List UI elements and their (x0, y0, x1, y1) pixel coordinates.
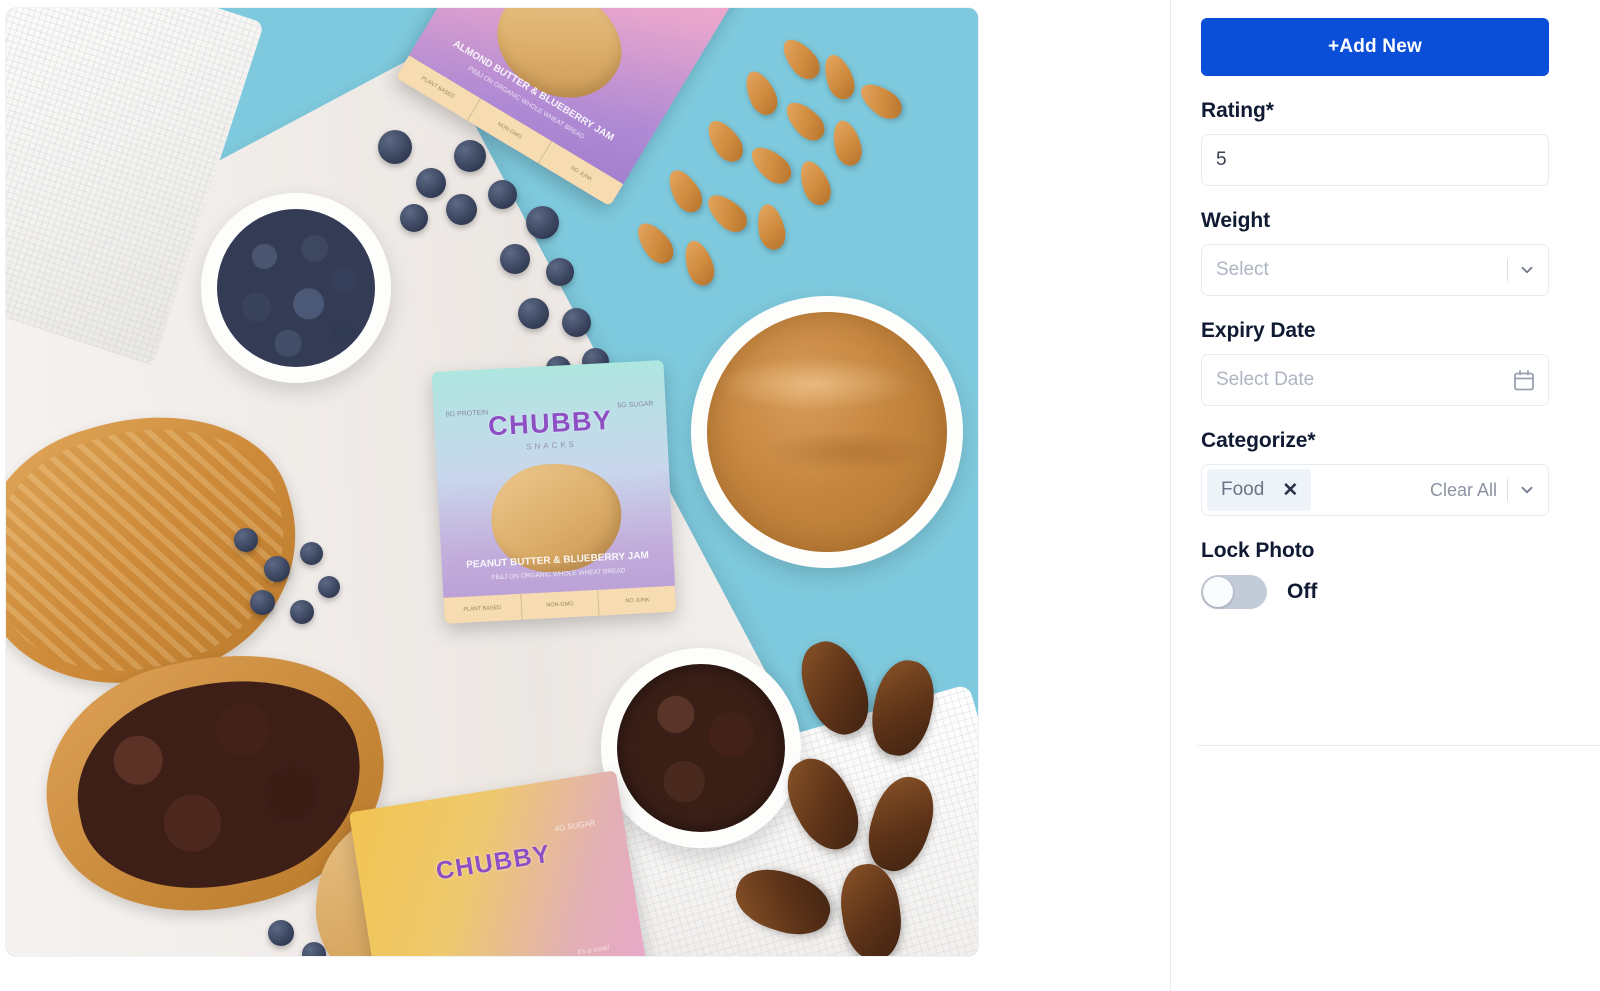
almond (828, 117, 866, 169)
blueberry (562, 308, 591, 337)
blueberry (234, 528, 258, 552)
chevron-down-icon[interactable] (1518, 481, 1536, 499)
rating-input[interactable]: 5 (1201, 134, 1549, 186)
categorize-adornments: Clear All (1430, 465, 1536, 515)
package-bottom-nutrient-right: 4G SUGAR (553, 818, 597, 834)
lock-photo-label: Lock Photo (1201, 539, 1315, 562)
almond (753, 201, 789, 253)
almond (745, 140, 797, 190)
app-root: 8G PROTEIN ALMOND BUTTER & BLUEBERRY JAM… (0, 0, 1600, 991)
jam-fill (617, 664, 785, 832)
bowl-blueberries (201, 193, 391, 383)
toggle-knob (1203, 577, 1233, 607)
expiry-date-label: Expiry Date (1201, 319, 1316, 342)
almond (630, 216, 680, 270)
blueberry (500, 244, 530, 274)
food-photo: 8G PROTEIN ALMOND BUTTER & BLUEBERRY JAM… (6, 8, 978, 956)
add-new-button[interactable]: +Add New (1201, 18, 1549, 76)
almond (779, 95, 831, 147)
details-panel: +Add New Rating* 5 Weight Select Expiry … (1170, 0, 1600, 991)
lock-photo-row: Off (1201, 575, 1572, 609)
package-main-strip-item: PLANT BASED (443, 593, 523, 624)
peanut-butter-fill (707, 312, 947, 552)
almond (662, 164, 708, 218)
field-categorize: Categorize* Food ✕ Clear All (1201, 429, 1572, 516)
almond (776, 33, 826, 85)
category-chip-food[interactable]: Food ✕ (1207, 469, 1312, 511)
expiry-date-adornments (1512, 355, 1536, 405)
lock-photo-toggle[interactable] (1201, 575, 1267, 609)
weight-select-adornments (1507, 245, 1536, 295)
blueberry (526, 206, 559, 239)
field-lock-photo: Lock Photo Off (1201, 539, 1572, 609)
close-icon[interactable]: ✕ (1282, 481, 1298, 500)
divider (1507, 479, 1508, 501)
categorize-label: Categorize* (1201, 429, 1316, 452)
blueberry (290, 600, 314, 624)
clear-all-button[interactable]: Clear All (1430, 480, 1497, 501)
blueberry (416, 168, 446, 198)
bowl-jam (601, 648, 801, 848)
field-rating: Rating* 5 (1201, 99, 1572, 186)
field-weight: Weight Select (1201, 209, 1572, 296)
almond (854, 77, 908, 125)
chevron-down-icon[interactable] (1518, 261, 1536, 279)
rating-value: 5 (1216, 149, 1227, 170)
weight-label: Weight (1201, 209, 1271, 232)
package-main-strip-item: NON-GMO (520, 589, 600, 620)
weight-placeholder: Select (1216, 259, 1269, 280)
package-main-strip-item: NO JUNK (625, 597, 650, 605)
package-main: 8G PROTEIN 5G SUGAR CHUBBY SNACKS PEANUT… (431, 360, 677, 624)
blueberry (264, 556, 290, 582)
calendar-icon[interactable] (1512, 368, 1536, 393)
package-bottom-brand: CHUBBY (434, 839, 553, 886)
almond (818, 50, 860, 104)
blueberry (300, 542, 323, 565)
photo-preview[interactable]: 8G PROTEIN ALMOND BUTTER & BLUEBERRY JAM… (6, 8, 978, 956)
rating-label: Rating* (1201, 99, 1274, 122)
almond (679, 237, 719, 289)
lock-photo-state: Off (1287, 580, 1318, 603)
panel-divider (1197, 745, 1600, 746)
categorize-multiselect[interactable]: Food ✕ Clear All (1201, 464, 1549, 516)
field-expiry-date: Expiry Date Select Date (1201, 319, 1572, 406)
blueberry (378, 130, 412, 164)
blueberry (400, 204, 428, 232)
expiry-date-placeholder: Select Date (1216, 369, 1315, 390)
almond (701, 114, 749, 168)
bowl-peanut-butter (691, 296, 963, 568)
expiry-date-input[interactable]: Select Date (1201, 354, 1549, 406)
blueberry (518, 298, 549, 329)
weight-select[interactable]: Select (1201, 244, 1549, 296)
chip-label: Food (1221, 479, 1265, 500)
almond (794, 156, 836, 210)
package-bottom-note: It's a treat! (576, 944, 610, 956)
blueberry (454, 140, 486, 172)
blueberry (446, 194, 477, 225)
blueberry (318, 576, 340, 598)
blueberry (250, 590, 275, 615)
divider (1507, 259, 1508, 281)
almond (701, 187, 753, 239)
blueberry (488, 180, 517, 209)
blueberries-fill (217, 209, 375, 367)
blueberry (268, 920, 294, 946)
photo-pane: 8G PROTEIN ALMOND BUTTER & BLUEBERRY JAM… (0, 0, 1170, 991)
almond (739, 66, 783, 120)
blueberry (546, 258, 574, 286)
